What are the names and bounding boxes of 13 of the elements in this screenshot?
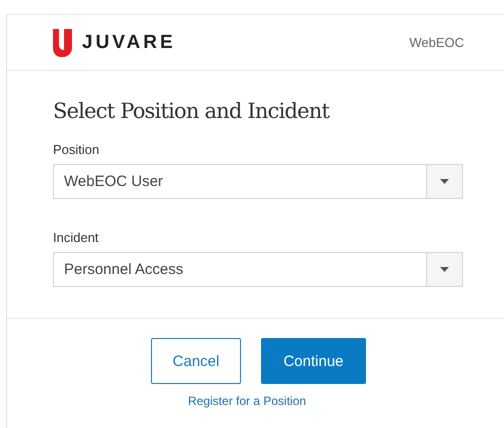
product-name: WebEOC	[409, 35, 464, 50]
field-label: Position	[53, 142, 100, 157]
caret-icon	[440, 267, 449, 272]
select-field[interactable]: Personnel Access	[53, 252, 463, 287]
logo-icon	[53, 28, 72, 56]
select-field[interactable]: WebEOC User	[53, 164, 463, 199]
page-title: Select Position and Incident	[53, 99, 331, 123]
continue-button[interactable]: Continue	[261, 338, 366, 384]
register-link[interactable]: Register for a Position	[188, 394, 306, 408]
caret-icon	[440, 179, 449, 184]
field-label: Incident	[53, 230, 100, 245]
cancel-button[interactable]: Cancel	[151, 338, 241, 384]
brand-name: JUVARE	[82, 32, 176, 54]
